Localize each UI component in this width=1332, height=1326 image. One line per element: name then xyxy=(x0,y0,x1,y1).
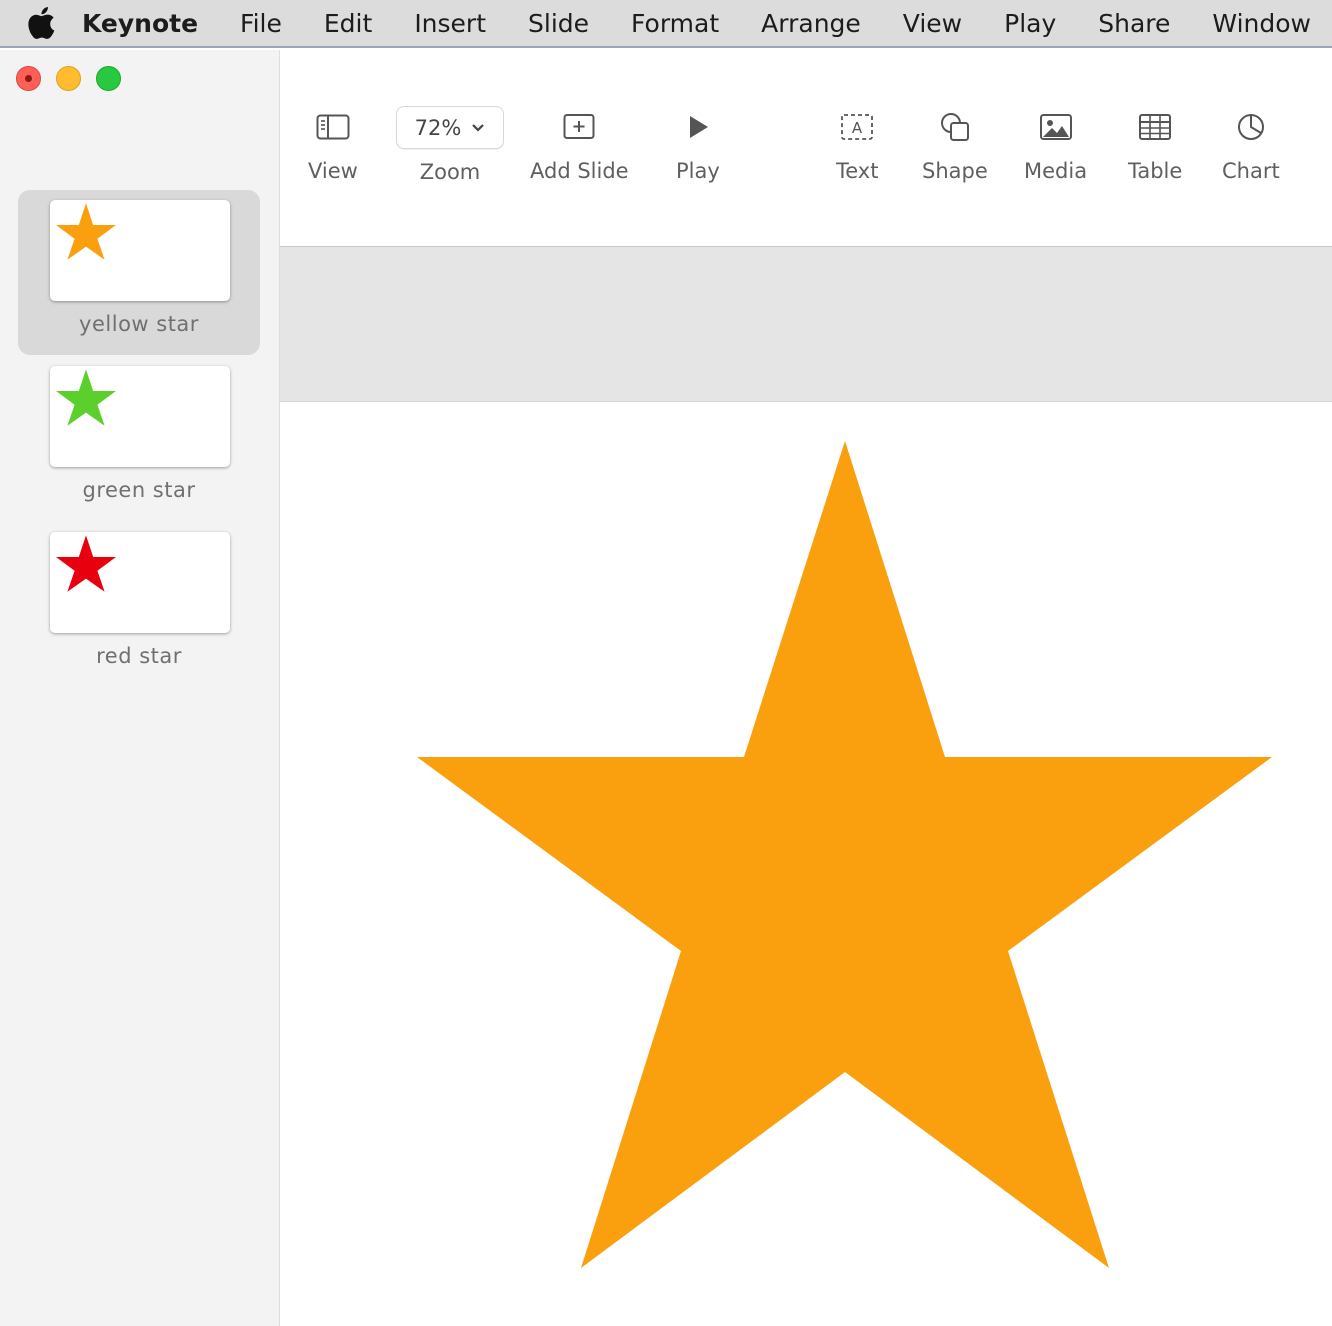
svg-text:A: A xyxy=(852,119,863,137)
menu-format[interactable]: Format xyxy=(610,9,740,38)
slide-thumbnail-3[interactable]: red star xyxy=(18,522,260,687)
slide-label: green star xyxy=(82,478,196,502)
zoom-window-button[interactable] xyxy=(96,66,121,91)
play-icon xyxy=(689,116,708,138)
shape-label: Shape xyxy=(922,159,988,183)
sidebar-icon xyxy=(316,114,350,140)
slide-canvas[interactable] xyxy=(280,402,1332,1326)
keynote-window: yellow star green star red star View 72%… xyxy=(0,50,1332,1326)
menu-window[interactable]: Window xyxy=(1191,9,1332,38)
slide-label: red star xyxy=(96,644,182,668)
close-button[interactable] xyxy=(16,66,41,91)
chart-button[interactable]: Chart xyxy=(1222,102,1280,183)
shape-icon xyxy=(940,113,969,141)
zoom-select[interactable]: 72% xyxy=(396,106,504,149)
play-button[interactable]: Play xyxy=(676,102,720,183)
slide-thumbnail-2[interactable]: green star xyxy=(18,356,260,521)
menu-bar: Keynote File Edit Insert Slide Format Ar… xyxy=(0,0,1332,48)
media-label: Media xyxy=(1024,159,1088,183)
add-slide-button[interactable]: Add Slide xyxy=(530,102,629,183)
media-button[interactable]: Media xyxy=(1024,102,1087,183)
star-icon xyxy=(56,369,116,426)
text-button[interactable]: A Text xyxy=(836,102,878,183)
text-label: Text xyxy=(836,159,879,183)
apple-menu[interactable] xyxy=(0,7,82,39)
star-icon xyxy=(56,203,116,260)
menu-share[interactable]: Share xyxy=(1077,9,1191,38)
zoom-label: Zoom xyxy=(419,160,481,184)
add-slide-label: Add Slide xyxy=(530,159,629,183)
menu-arrange[interactable]: Arrange xyxy=(740,9,882,38)
zoom-control[interactable]: 72% Zoom xyxy=(396,102,504,184)
canvas-background xyxy=(280,247,1332,402)
star-shape[interactable] xyxy=(417,441,1272,1268)
slide-label: yellow star xyxy=(79,312,199,336)
menu-app-name[interactable]: Keynote xyxy=(82,9,219,38)
add-slide-icon xyxy=(563,114,595,139)
chevron-down-icon xyxy=(472,123,485,132)
table-icon xyxy=(1139,114,1172,140)
menu-slide[interactable]: Slide xyxy=(507,9,610,38)
toolbar: View 72% Zoom Add Slide Play A Text Shap… xyxy=(280,50,1332,247)
menu-view[interactable]: View xyxy=(882,9,983,38)
star-icon xyxy=(56,535,116,592)
menu-file[interactable]: File xyxy=(219,9,303,38)
menu-insert[interactable]: Insert xyxy=(393,9,507,38)
chart-label: Chart xyxy=(1222,159,1280,183)
table-label: Table xyxy=(1128,159,1183,183)
pie-chart-icon xyxy=(1237,114,1264,140)
menu-edit[interactable]: Edit xyxy=(303,9,393,38)
text-box-icon: A xyxy=(841,114,874,140)
slide-thumbnail-card xyxy=(50,200,230,301)
minimize-button[interactable] xyxy=(56,66,81,91)
photo-icon xyxy=(1039,114,1072,140)
table-button[interactable]: Table xyxy=(1128,102,1182,183)
slide-thumbnail-1[interactable]: yellow star xyxy=(18,190,260,355)
view-label: View xyxy=(308,159,358,183)
slide-navigator: yellow star green star red star xyxy=(0,50,280,1326)
play-label: Play xyxy=(676,159,720,183)
menu-play[interactable]: Play xyxy=(983,9,1077,38)
slide-thumbnail-card xyxy=(50,532,230,633)
view-button[interactable]: View xyxy=(308,102,358,183)
apple-icon xyxy=(28,7,55,39)
shape-button[interactable]: Shape xyxy=(922,102,988,183)
slide-thumbnail-card xyxy=(50,366,230,467)
zoom-value: 72% xyxy=(414,115,462,140)
